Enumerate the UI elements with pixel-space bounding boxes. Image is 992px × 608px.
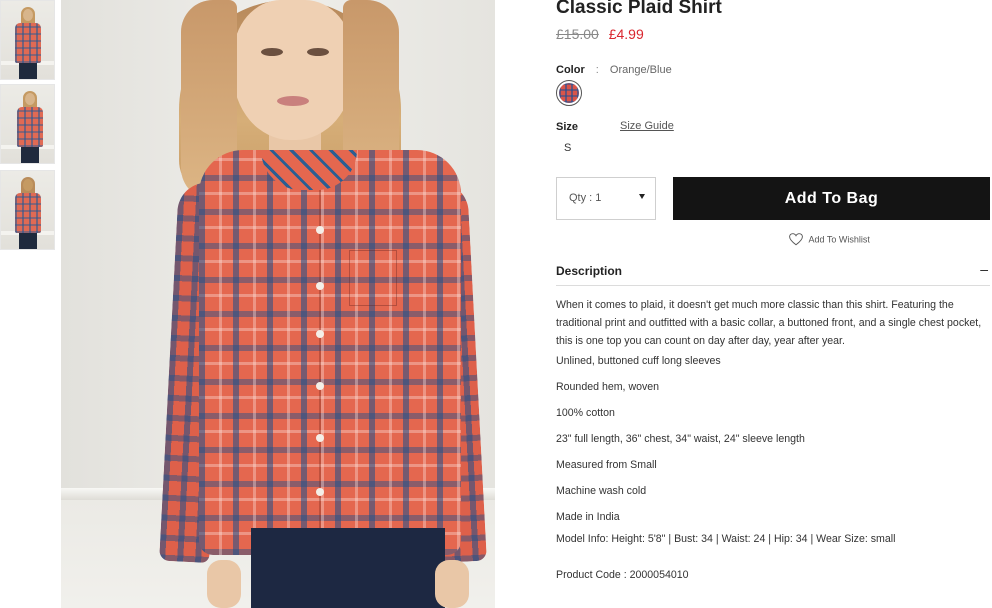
feature-item: Rounded hem, woven: [556, 381, 660, 393]
model-face: [233, 0, 353, 140]
description-heading: Description: [556, 264, 623, 278]
product-code: Product Code : 2000054010: [556, 569, 689, 581]
feature-item: 100% cotton: [556, 407, 615, 419]
add-to-wishlist-link[interactable]: Add To Wishlist: [789, 233, 870, 246]
color-separator: :: [595, 64, 599, 76]
shirt-button: [316, 382, 324, 390]
quantity-select[interactable]: Qty : 1: [556, 177, 656, 220]
shirt-placket: [319, 190, 321, 530]
description-paragraph: When it comes to plaid, it doesn't get m…: [556, 299, 982, 347]
plaid-shirt: [199, 150, 461, 555]
product-info-panel: Classic Plaid Shirt £15.00 £4.99 Color :…: [556, 0, 992, 608]
quantity-value: Qty : 1: [569, 192, 602, 204]
shirt-button: [316, 226, 324, 234]
description-body: When it comes to plaid, it doesn't get m…: [556, 296, 992, 352]
color-value: Orange/Blue: [609, 64, 672, 76]
size-guide-link[interactable]: Size Guide: [620, 120, 674, 132]
size-option-s[interactable]: S: [564, 142, 571, 154]
feature-item: Machine wash cold: [556, 485, 647, 497]
size-label: Size: [556, 121, 579, 133]
caret-down-icon: [639, 194, 645, 199]
add-to-bag-button[interactable]: Add To Bag: [673, 177, 990, 220]
feature-item: 23" full length, 36" chest, 34" waist, 2…: [556, 433, 805, 445]
thumbnail-image[interactable]: [0, 84, 55, 164]
model-hand-right: [435, 560, 469, 608]
color-swatch-orange-blue[interactable]: [556, 80, 582, 106]
product-title: Classic Plaid Shirt: [556, 0, 722, 18]
color-row: Color : Orange/Blue: [556, 64, 672, 76]
thumbnail-image[interactable]: [0, 170, 55, 250]
shirt-button: [316, 488, 324, 496]
sale-price: £4.99: [608, 26, 644, 42]
shirt-button: [316, 330, 324, 338]
feature-item: Measured from Small: [556, 459, 657, 471]
model-hand-left: [207, 560, 241, 608]
description-header[interactable]: Description –: [556, 261, 990, 286]
product-price: £15.00 £4.99: [556, 26, 644, 42]
feature-item: Unlined, buttoned cuff long sleeves: [556, 355, 721, 367]
product-main-image[interactable]: [61, 0, 495, 608]
shirt-pocket: [349, 250, 397, 306]
shirt-button: [316, 282, 324, 290]
thumbnail-image[interactable]: [0, 0, 55, 80]
plaid-swatch-icon: [559, 83, 579, 103]
collapse-icon[interactable]: –: [980, 261, 988, 277]
shirt-button: [316, 434, 324, 442]
wishlist-label: Add To Wishlist: [808, 234, 870, 245]
model-info: Model Info: Height: 5'8" | Bust: 34 | Wa…: [556, 533, 896, 545]
color-label: Color: [556, 64, 585, 76]
model-jeans: [251, 528, 445, 608]
feature-item: Made in India: [556, 511, 620, 523]
heart-icon: [789, 233, 803, 246]
original-price: £15.00: [556, 26, 599, 42]
